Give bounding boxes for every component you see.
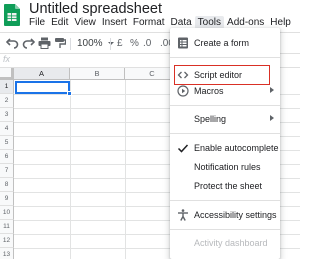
menu-data[interactable]: Data bbox=[171, 17, 192, 28]
select-all-corner[interactable] bbox=[0, 68, 14, 80]
menu-item-label: Notification rules bbox=[194, 162, 261, 172]
menu-item-label: Accessibility settings bbox=[194, 210, 277, 220]
redo-icon[interactable] bbox=[22, 37, 35, 49]
menu-divider bbox=[170, 133, 280, 134]
undo-icon[interactable] bbox=[6, 37, 19, 49]
check-icon bbox=[177, 142, 189, 154]
row-header[interactable]: 2 bbox=[0, 94, 14, 108]
submenu-arrow-icon bbox=[270, 87, 274, 93]
sheets-logo-icon[interactable] bbox=[4, 4, 20, 26]
grid-line bbox=[70, 80, 71, 259]
submenu-arrow-icon bbox=[270, 115, 274, 121]
tools-menu: Create a form Script editor Macros Spell… bbox=[170, 28, 280, 259]
row-header[interactable]: 7 bbox=[0, 164, 14, 178]
menu-divider bbox=[170, 229, 280, 230]
row-header[interactable]: 5 bbox=[0, 136, 14, 150]
zoom-value: 100% bbox=[77, 38, 103, 49]
form-icon bbox=[177, 37, 189, 49]
toolbar-divider bbox=[70, 38, 71, 50]
menu-addons[interactable]: Add-ons bbox=[227, 17, 264, 28]
menu-item-label: Activity dashboard bbox=[194, 238, 268, 248]
menu-tools[interactable]: Tools bbox=[194, 15, 225, 29]
menu-item-label: Script editor bbox=[194, 70, 243, 80]
toolbar-divider bbox=[110, 38, 111, 50]
menu-view[interactable]: View bbox=[74, 17, 96, 28]
row-header[interactable]: 1 bbox=[0, 80, 14, 94]
row-header[interactable]: 10 bbox=[0, 206, 14, 220]
print-icon[interactable] bbox=[38, 37, 51, 49]
code-icon bbox=[177, 69, 189, 81]
menu-item-protect-sheet[interactable]: Protect the sheet bbox=[170, 176, 280, 196]
row-header[interactable]: 3 bbox=[0, 108, 14, 122]
menu-insert[interactable]: Insert bbox=[102, 17, 127, 28]
menu-format[interactable]: Format bbox=[133, 17, 165, 28]
menu-help[interactable]: Help bbox=[270, 17, 291, 28]
menu-item-create-form[interactable]: Create a form bbox=[170, 33, 280, 53]
play-circle-icon bbox=[177, 85, 189, 97]
menu-item-notification-rules[interactable]: Notification rules bbox=[170, 157, 280, 177]
menu-item-label: Macros bbox=[194, 86, 224, 96]
column-header-b[interactable]: B bbox=[70, 68, 125, 80]
fx-label: fx bbox=[3, 54, 11, 64]
fill-handle[interactable] bbox=[67, 91, 72, 96]
row-header[interactable]: 12 bbox=[0, 234, 14, 248]
menu-divider bbox=[170, 200, 280, 201]
row-header[interactable]: 11 bbox=[0, 220, 14, 234]
row-header[interactable]: 13 bbox=[0, 248, 14, 259]
percent-format-button[interactable]: % bbox=[130, 38, 139, 49]
row-header[interactable]: 8 bbox=[0, 178, 14, 192]
menu-item-enable-autocomplete[interactable]: Enable autocomplete bbox=[170, 138, 280, 158]
menu-file[interactable]: File bbox=[29, 17, 45, 28]
menu-item-label: Create a form bbox=[194, 38, 250, 48]
grid-line bbox=[125, 80, 126, 259]
menu-edit[interactable]: Edit bbox=[51, 17, 68, 28]
menu-item-activity-dashboard: Activity dashboard bbox=[170, 233, 280, 253]
menu-divider bbox=[170, 57, 280, 58]
row-header[interactable]: 6 bbox=[0, 150, 14, 164]
accessibility-icon bbox=[177, 209, 189, 221]
row-header[interactable]: 9 bbox=[0, 192, 14, 206]
paint-format-icon[interactable] bbox=[54, 37, 66, 49]
menu-item-accessibility-settings[interactable]: Accessibility settings bbox=[170, 205, 280, 225]
selected-cell-a1[interactable] bbox=[15, 81, 70, 94]
decrease-decimals-button[interactable]: .0 bbox=[143, 38, 151, 49]
menu-item-macros[interactable]: Macros bbox=[170, 81, 280, 101]
zoom-select[interactable]: 100% bbox=[77, 38, 115, 49]
menu-divider bbox=[170, 105, 280, 106]
row-header[interactable]: 4 bbox=[0, 122, 14, 136]
menu-item-label: Protect the sheet bbox=[194, 181, 263, 191]
menu-item-spelling[interactable]: Spelling bbox=[170, 109, 280, 129]
currency-format-button[interactable]: £ bbox=[117, 38, 123, 49]
column-header-a[interactable]: A bbox=[14, 68, 70, 80]
menu-item-label: Enable autocomplete bbox=[194, 143, 279, 153]
menu-item-label: Spelling bbox=[194, 114, 227, 124]
